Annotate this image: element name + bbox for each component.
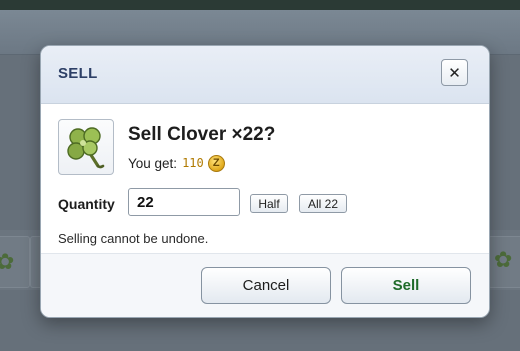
close-button[interactable]: ✕	[441, 59, 468, 86]
background-item-icon: ✿	[0, 250, 15, 275]
zeny-coin-icon: Z	[207, 154, 225, 172]
clover-icon	[67, 127, 105, 169]
sell-dialog: SELL ✕ Sell Clover ×22? You get: 110 Z Q…	[40, 45, 490, 318]
warning-text: Selling cannot be undone.	[58, 231, 209, 246]
half-quantity-button[interactable]: Half	[250, 194, 288, 213]
item-icon-frame	[58, 119, 114, 175]
sale-value: You get: 110 Z	[128, 153, 225, 173]
close-icon: ✕	[448, 63, 461, 82]
background-item-icon: ✿	[494, 248, 513, 273]
quantity-input[interactable]	[128, 188, 240, 216]
you-get-label: You get:	[128, 155, 178, 171]
background-top-strip	[0, 0, 520, 10]
cancel-button[interactable]: Cancel	[201, 267, 331, 304]
sale-amount: 110	[182, 156, 204, 170]
sell-button[interactable]: Sell	[341, 267, 471, 304]
dialog-header: SELL ✕	[41, 46, 489, 104]
dialog-title: SELL	[58, 65, 98, 82]
sell-prompt: Sell Clover ×22?	[128, 124, 276, 145]
all-quantity-button[interactable]: All 22	[299, 194, 347, 213]
quantity-label: Quantity	[58, 196, 115, 212]
